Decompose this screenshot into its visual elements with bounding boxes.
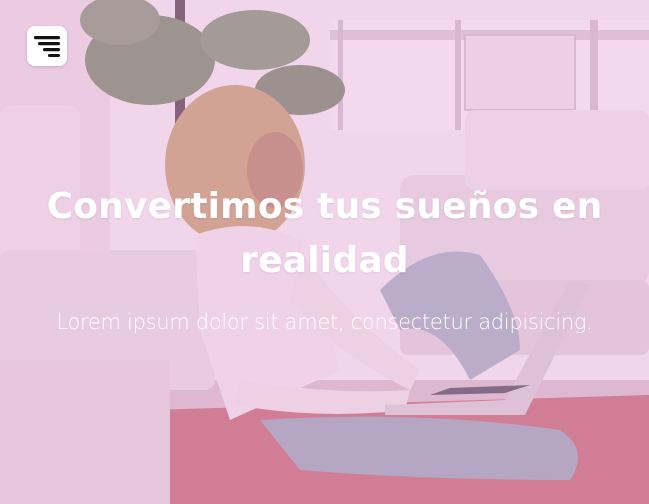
hero-content: Convertimos tus sueños en realidad Lorem… — [0, 180, 649, 336]
menu-button[interactable] — [27, 26, 67, 66]
hero-section: Convertimos tus sueños en realidad Lorem… — [0, 0, 649, 504]
hero-title: Convertimos tus sueños en realidad — [46, 186, 603, 281]
hero-subtitle: Lorem ipsum dolor sit amet, consectetur … — [56, 310, 593, 334]
hamburger-menu-icon — [34, 36, 60, 57]
